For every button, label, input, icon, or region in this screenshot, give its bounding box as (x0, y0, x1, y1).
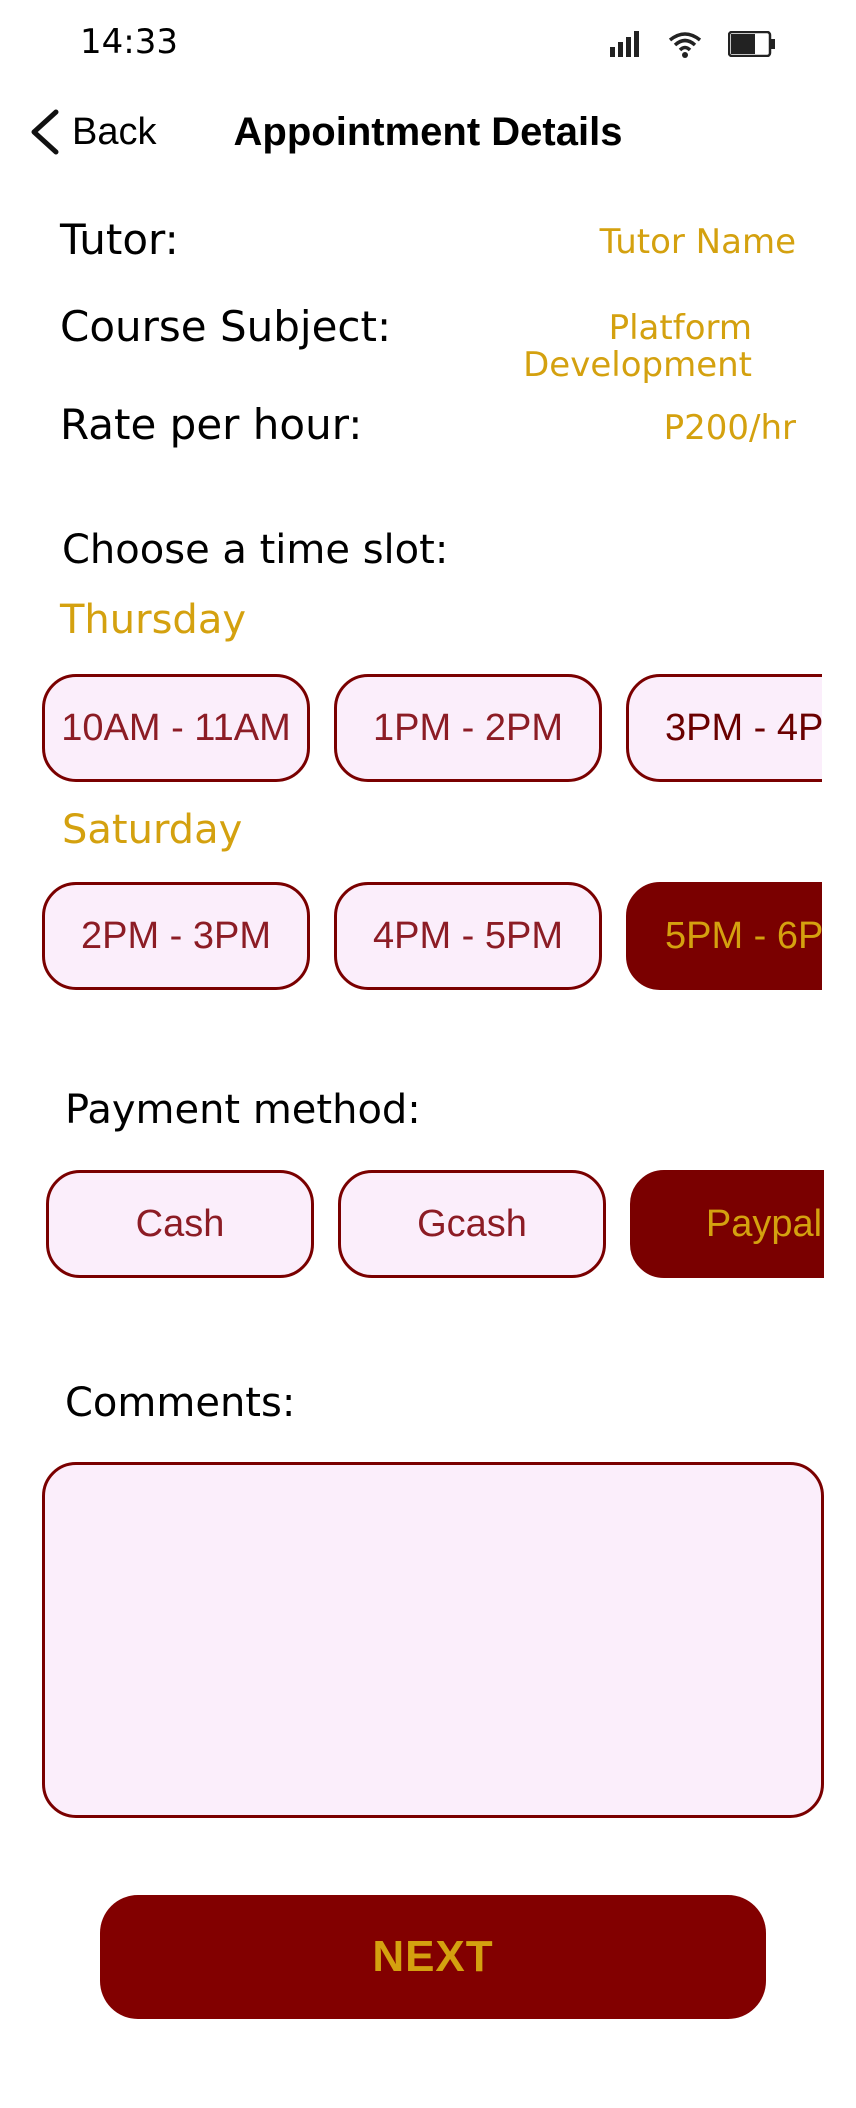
slot-thursday-3[interactable]: 3PM - 4PM (626, 674, 822, 782)
rate-value: P200/hr (663, 408, 796, 448)
day-label-thursday: Thursday (60, 597, 246, 643)
course-subject-line1: Platform (608, 308, 752, 348)
payment-method-row: Cash Gcash Paypal (46, 1170, 824, 1282)
slot-thursday-2[interactable]: 1PM - 2PM (334, 674, 602, 782)
slot-saturday-1[interactable]: 2PM - 3PM (42, 882, 310, 990)
course-subject-line2: Development (523, 345, 752, 385)
slot-thursday-1[interactable]: 10AM - 11AM (42, 674, 310, 782)
tutor-label: Tutor: (60, 215, 179, 264)
wifi-icon (668, 32, 702, 58)
thursday-slot-row: 10AM - 11AM 1PM - 2PM 3PM - 4PM (42, 674, 822, 786)
next-button[interactable]: NEXT (100, 1895, 766, 2019)
course-subject-label: Course Subject: (60, 302, 392, 351)
battery-icon (728, 31, 775, 57)
payment-cash[interactable]: Cash (46, 1170, 314, 1278)
payment-gcash[interactable]: Gcash (338, 1170, 606, 1278)
course-subject-value: Platform Development (523, 310, 752, 384)
slot-saturday-3-selected[interactable]: 5PM - 6PM (626, 882, 822, 990)
rate-label: Rate per hour: (60, 400, 363, 449)
comments-field[interactable] (42, 1462, 824, 1818)
day-label-saturday: Saturday (62, 807, 243, 853)
status-time: 14:33 (80, 22, 178, 62)
payment-paypal-selected[interactable]: Paypal (630, 1170, 824, 1278)
time-slot-heading: Choose a time slot: (62, 527, 449, 573)
tutor-value: Tutor Name (599, 222, 796, 262)
status-icons (610, 30, 776, 58)
saturday-slot-row: 2PM - 3PM 4PM - 5PM 5PM - 6PM (42, 882, 822, 994)
slot-saturday-2[interactable]: 4PM - 5PM (334, 882, 602, 990)
comments-heading: Comments: (65, 1380, 296, 1426)
signal-icon (610, 31, 639, 57)
payment-heading: Payment method: (65, 1087, 421, 1133)
page-title: Appointment Details (233, 110, 623, 154)
